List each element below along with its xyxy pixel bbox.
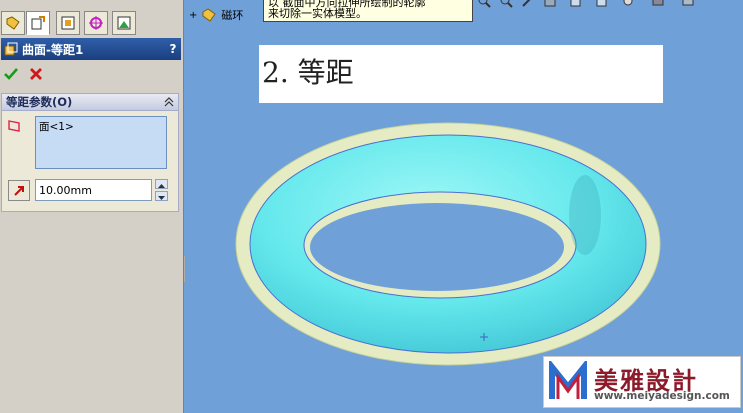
- manager-tabs: [0, 11, 184, 37]
- heads-up-toolbar: [475, 0, 743, 10]
- collapse-chevron-icon[interactable]: [162, 95, 176, 109]
- face-selection-list[interactable]: 面<1>: [35, 116, 167, 169]
- view-settings-icon[interactable]: [681, 0, 695, 8]
- spin-up-icon: [158, 184, 165, 188]
- face-selection-icon: [8, 120, 20, 132]
- group-title: 等距参数(O): [6, 95, 73, 109]
- feature-manager-tab[interactable]: [1, 11, 25, 35]
- offset-distance-input[interactable]: [35, 179, 152, 201]
- hide-show-icon[interactable]: [621, 0, 635, 8]
- graphics-viewport[interactable]: + 磁环 以 截面中方向拉伸所绘制的轮廓 来切除一实体模型。 2. 等距 美雅設…: [185, 0, 743, 413]
- property-manager-tab[interactable]: [26, 11, 50, 35]
- part-icon: [202, 8, 217, 22]
- tooltip-line: 来切除一实体模型。: [268, 7, 367, 20]
- watermark-m-logo-icon: [549, 361, 587, 399]
- watermark-url: www.meiyadesign.com: [594, 390, 730, 402]
- zoom-area-icon[interactable]: [499, 0, 513, 8]
- previous-view-icon[interactable]: [521, 0, 535, 8]
- flyout-tree-node[interactable]: + 磁环: [189, 6, 243, 24]
- tree-node-label: 磁环: [221, 9, 244, 22]
- crosshair-icon: [89, 16, 103, 30]
- face-list-item[interactable]: 面<1>: [39, 119, 163, 134]
- zoom-to-fit-icon[interactable]: [477, 0, 491, 8]
- reverse-direction-button[interactable]: [8, 180, 30, 201]
- feature-title: 曲面-等距1: [22, 42, 84, 57]
- property-manager-panel: 曲面-等距1 ? 等距参数(O) 面<1>: [0, 0, 184, 413]
- feature-tree-icon: [6, 16, 20, 30]
- property-manager-icon: [31, 16, 45, 30]
- display-style-icon[interactable]: [595, 0, 609, 8]
- offset-parameters-header[interactable]: 等距参数(O): [1, 93, 179, 111]
- help-button[interactable]: ?: [165, 42, 181, 56]
- reverse-direction-icon: [14, 185, 24, 196]
- tooltip-popup: 以 截面中方向拉伸所绘制的轮廓 来切除一实体模型。: [263, 0, 473, 22]
- spin-up-button[interactable]: [155, 179, 168, 189]
- section-view-icon[interactable]: [543, 0, 557, 8]
- offset-surface-icon: [4, 42, 18, 56]
- ok-checkmark-icon[interactable]: [3, 66, 19, 82]
- dimxpert-tab[interactable]: [84, 11, 108, 35]
- configuration-manager-tab[interactable]: [56, 11, 80, 35]
- spin-down-icon: [158, 196, 165, 200]
- edit-appearance-icon[interactable]: [651, 0, 665, 8]
- watermark-logo: 美雅設計 www.meiyadesign.com: [543, 356, 741, 408]
- cancel-x-icon[interactable]: [28, 66, 44, 82]
- view-orientation-icon[interactable]: [569, 0, 583, 8]
- feature-title-bar: 曲面-等距1 ?: [1, 38, 181, 60]
- step-label-box: 2. 等距: [259, 45, 663, 103]
- step-label: 2. 等距: [262, 56, 354, 89]
- configuration-icon: [61, 16, 75, 30]
- display-icon: [117, 16, 131, 30]
- torus-shadow: [569, 175, 601, 255]
- display-manager-tab[interactable]: [112, 11, 136, 35]
- expand-plus-icon[interactable]: +: [189, 10, 197, 21]
- spin-down-button[interactable]: [155, 191, 168, 201]
- torus-hole: [310, 203, 564, 291]
